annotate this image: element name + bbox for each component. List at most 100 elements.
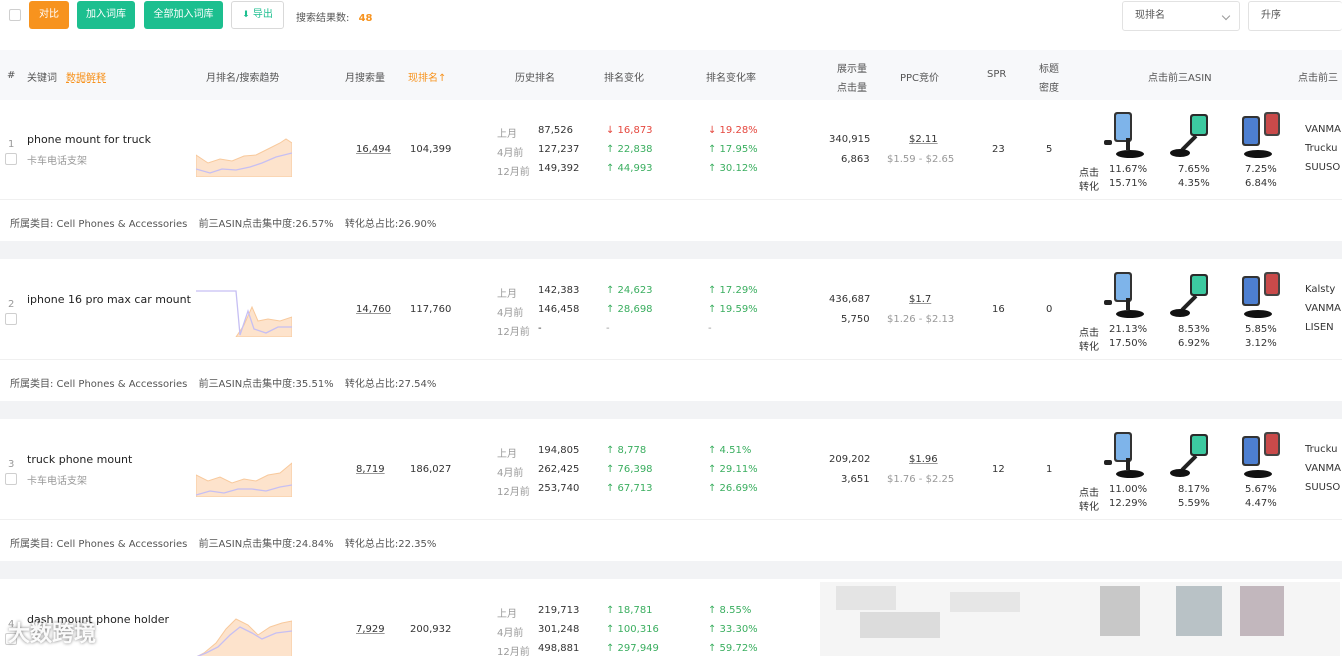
select-all-checkbox[interactable] <box>9 9 21 21</box>
table-header: # 关键词 数据解释 月排名/搜索趋势 月搜索量 现排名↑ 历史排名 排名变化 … <box>0 50 1342 100</box>
header-top3-brand: 点击前三 <box>1298 73 1338 84</box>
history-rank-last-month: 194,805 <box>538 445 580 456</box>
impressions-value: 209,202 <box>829 454 871 465</box>
rank-change-4-months: ↑ 100,316 <box>606 624 659 635</box>
asin-1-product-image[interactable] <box>1100 110 1152 160</box>
keyword-translation: 卡车电话支架 <box>27 476 87 487</box>
rank-change-12-months: ↑ 44,993 <box>606 163 653 174</box>
category-text: 所属类目: Cell Phones & Accessories <box>10 379 188 390</box>
add-all-to-library-button[interactable]: 全部加入词库 <box>144 1 223 29</box>
ppc-bid-value[interactable]: $2.11 <box>909 134 938 145</box>
clicks-value: 6,863 <box>841 154 870 165</box>
blurred-region-block <box>860 612 940 638</box>
asin-3-product-image[interactable] <box>1236 110 1288 160</box>
asin-2-product-image[interactable] <box>1168 270 1220 320</box>
current-rank-value: 200,932 <box>410 624 452 635</box>
asin-1-conversion-share: 15.71% <box>1109 178 1148 189</box>
monthly-search-value[interactable]: 16,494 <box>356 144 391 155</box>
asin-conversion-label: 转化 <box>1079 342 1099 353</box>
brand-2[interactable]: VANMA <box>1305 303 1341 314</box>
monthly-search-value[interactable]: 8,719 <box>356 464 385 475</box>
rank-change-12-months: ↑ 67,713 <box>606 483 653 494</box>
trend-sparkline <box>196 290 292 337</box>
keyword-text[interactable]: iphone 16 pro max car mount <box>27 293 191 306</box>
keyword-text[interactable]: phone mount for truck <box>27 133 151 146</box>
header-monthly-search[interactable]: 月搜索量 <box>345 69 385 84</box>
rank-rate-last-month: ↑ 4.51% <box>708 445 752 456</box>
spr-value: 23 <box>992 144 1005 155</box>
monthly-search-value[interactable]: 14,760 <box>356 304 391 315</box>
asin-1-product-image[interactable] <box>1100 270 1152 320</box>
history-label-12-months: 12月前 <box>497 647 530 656</box>
history-label-last-month: 上月 <box>497 289 517 300</box>
header-current-rank[interactable]: 现排名↑ <box>408 69 446 84</box>
rank-rate-4-months: ↑ 19.59% <box>708 304 758 315</box>
rank-rate-last-month: ↑ 17.29% <box>708 285 758 296</box>
result-count-label: 搜索结果数: 48 <box>296 9 372 24</box>
compare-button[interactable]: 对比 <box>29 1 69 29</box>
history-label-4-months: 4月前 <box>497 308 524 319</box>
trend-sparkline <box>196 462 292 497</box>
impressions-value: 340,915 <box>829 134 871 145</box>
asin-2-click-share: 8.17% <box>1178 484 1210 495</box>
conversion-share-text: 转化总占比:26.90% <box>344 219 437 230</box>
asin-3-product-image[interactable] <box>1236 270 1288 320</box>
asin-click-label: 点击 <box>1079 168 1099 179</box>
asin-2-product-image[interactable] <box>1168 430 1220 480</box>
row-checkbox[interactable] <box>5 313 17 325</box>
row-category-info: 所属类目: Cell Phones & Accessories 前三ASIN点击… <box>0 201 1342 241</box>
ppc-bid-value[interactable]: $1.96 <box>909 454 938 465</box>
monthly-search-value[interactable]: 7,929 <box>356 624 385 635</box>
top3-concentration-text: 前三ASIN点击集中度:26.57% <box>198 219 334 230</box>
header-ppc[interactable]: PPC竞价 <box>900 69 939 84</box>
sort-order-select[interactable]: 升序 <box>1248 1 1342 31</box>
header-rank-change[interactable]: 排名变化 <box>604 69 644 84</box>
brand-3[interactable]: LISEN <box>1305 322 1334 333</box>
asin-3-product-image[interactable] <box>1236 430 1288 480</box>
current-rank-value: 104,399 <box>410 144 452 155</box>
header-spr[interactable]: SPR <box>987 69 1006 80</box>
rank-change-last-month: ↑ 24,623 <box>606 285 653 296</box>
header-history-rank: 历史排名 <box>515 73 555 84</box>
history-label-last-month: 上月 <box>497 609 517 620</box>
brand-1[interactable]: Kalsty <box>1305 284 1335 295</box>
brand-3[interactable]: SUUSO <box>1305 162 1340 173</box>
ppc-bid-value[interactable]: $1.7 <box>909 294 931 305</box>
rank-change-4-months: ↑ 28,698 <box>606 304 653 315</box>
title-density-value: 0 <box>1046 304 1053 315</box>
top3-concentration-text: 前三ASIN点击集中度:24.84% <box>198 539 334 550</box>
brand-3[interactable]: SUUSO <box>1305 482 1340 493</box>
rank-rate-last-month: ↑ 8.55% <box>708 605 752 616</box>
asin-conversion-label: 转化 <box>1079 502 1099 513</box>
row-checkbox[interactable] <box>5 153 17 165</box>
asin-1-product-image[interactable] <box>1100 430 1152 480</box>
impressions-value: 436,687 <box>829 294 871 305</box>
row-checkbox[interactable] <box>5 473 17 485</box>
data-explanation-link[interactable]: 数据解释 <box>66 69 106 84</box>
watermark-logo: 大数跨境 <box>8 622 97 647</box>
brand-1[interactable]: VANMA <box>1305 124 1341 135</box>
brand-2[interactable]: VANMA <box>1305 463 1341 474</box>
header-rank-change-rate[interactable]: 排名变化率 <box>706 69 756 84</box>
blurred-region-block <box>1100 586 1140 636</box>
sort-field-select[interactable]: 现排名 <box>1122 1 1240 31</box>
history-label-last-month: 上月 <box>497 129 517 140</box>
brand-1[interactable]: Trucku <box>1305 444 1337 455</box>
rank-rate-last-month: ↓ 19.28% <box>708 125 758 136</box>
history-rank-last-month: 219,713 <box>538 605 580 616</box>
result-count-text: 搜索结果数: <box>296 13 350 24</box>
header-top3-asin: 点击前三ASIN <box>1148 73 1212 84</box>
conversion-share-text: 转化总占比:27.54% <box>344 379 437 390</box>
header-title-density-1: 标题 <box>1039 64 1059 75</box>
history-rank-last-month: 87,526 <box>538 125 573 136</box>
category-text: 所属类目: Cell Phones & Accessories <box>10 539 188 550</box>
header-clicks[interactable]: 点击量 <box>837 79 867 94</box>
export-button[interactable]: ⬇ 导出 <box>231 1 284 29</box>
add-to-library-button[interactable]: 加入词库 <box>77 1 135 29</box>
header-impressions[interactable]: 展示量 <box>837 60 867 75</box>
asin-2-product-image[interactable] <box>1168 110 1220 160</box>
keyword-text[interactable]: truck phone mount <box>27 453 132 466</box>
asin-1-click-share: 11.67% <box>1109 164 1148 175</box>
row-separator <box>0 401 1342 419</box>
brand-2[interactable]: Trucku <box>1305 143 1337 154</box>
